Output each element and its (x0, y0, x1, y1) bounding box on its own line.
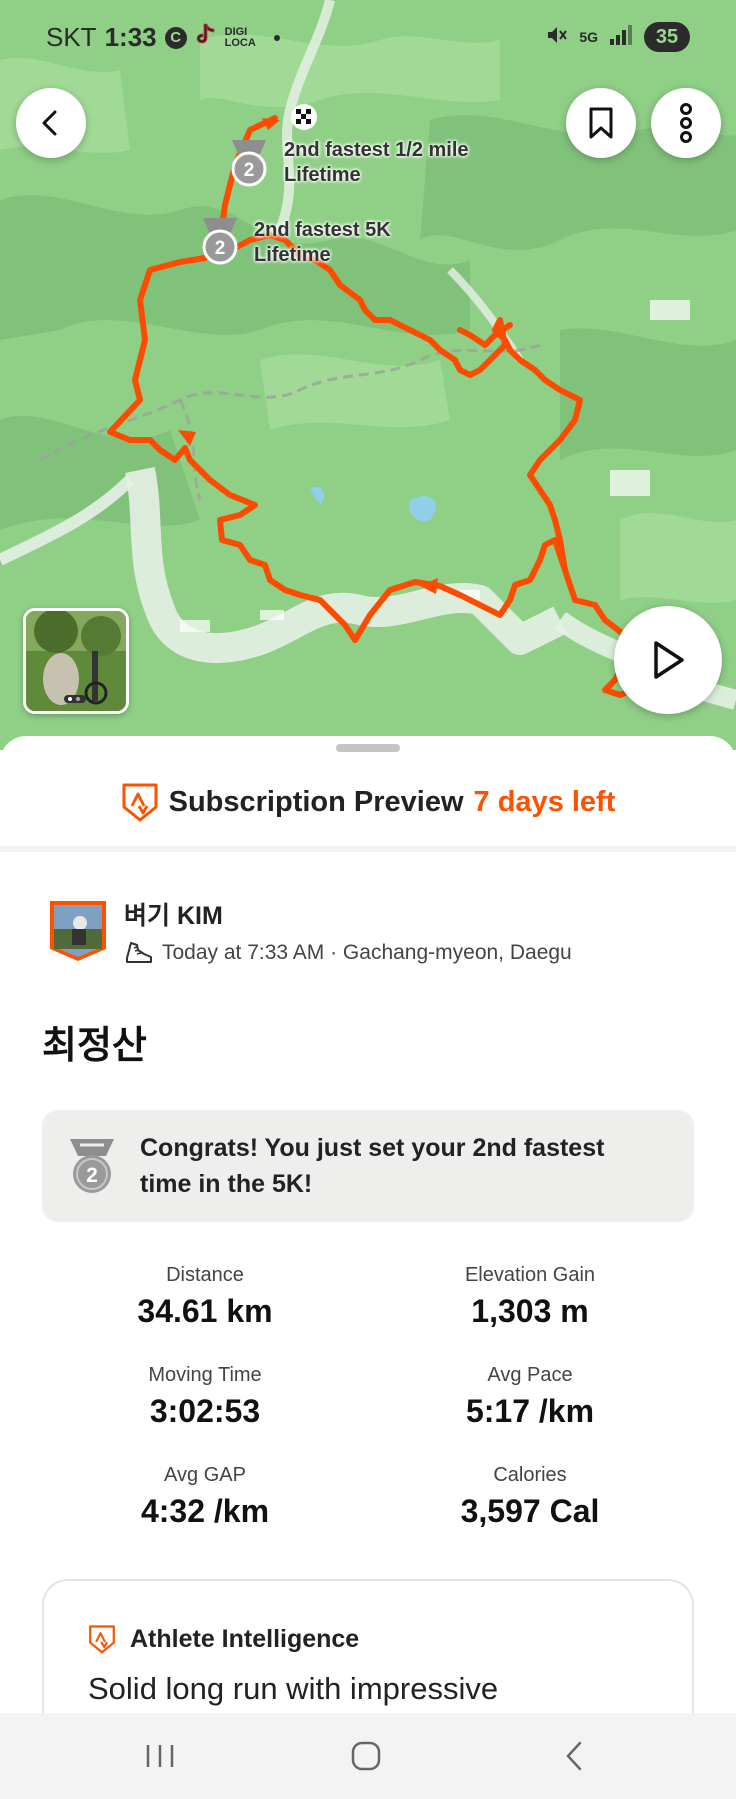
more-vertical-icon (680, 103, 692, 143)
activity-photo-thumbnail[interactable] (23, 608, 129, 714)
stat-elevation-gain: Elevation Gain 1,303 m (464, 1264, 596, 1329)
activity-meta: Today at 7:33 AM · Gachang-myeon, Daegu (162, 941, 572, 964)
athlete-header[interactable]: 벼기 KIM Today at 7:33 AM · Gachang-myeon,… (48, 896, 572, 966)
home-icon (351, 1741, 381, 1771)
activity-map[interactable]: SKT 1:33 C DIGI LOCA 5G 35 2 2nd fastest… (0, 0, 736, 750)
silver-medal-icon: 2 (231, 140, 267, 187)
subscription-preview-banner[interactable]: Subscription Preview 7 days left (0, 776, 736, 828)
sheet-drag-handle[interactable] (336, 744, 400, 752)
stat-calories: Calories 3,597 Cal (460, 1464, 600, 1529)
system-navigation-bar (0, 1713, 736, 1799)
strava-logo-icon (89, 1625, 115, 1654)
subscription-days-left: 7 days left (473, 785, 616, 818)
divider (0, 846, 736, 852)
strava-logo-icon (122, 783, 158, 822)
achievement-text: Congrats! You just set your 2nd fastest … (140, 1134, 605, 1198)
network-type-icon: 5G (579, 28, 598, 45)
stat-avg-gap: Avg GAP 4:32 /km (140, 1464, 270, 1529)
silver-medal-icon: 2 (202, 218, 238, 265)
svg-text:2: 2 (244, 160, 255, 181)
athlete-intelligence-title: Athlete Intelligence (130, 1624, 360, 1653)
signal-icon (608, 24, 634, 51)
pr-label-5k: 2nd fastest 5K Lifetime (254, 219, 391, 266)
stat-moving-time: Moving Time 3:02:53 (148, 1364, 262, 1429)
silver-medal-icon: 2 (70, 1139, 114, 1193)
svg-text:2: 2 (215, 238, 226, 259)
pr-label-half-mile: 2nd fastest 1/2 mile Lifetime (284, 139, 469, 186)
activity-detail-sheet: Subscription Preview 7 days left 벼기 KIM … (0, 736, 736, 1799)
athlete-intelligence-summary: Solid long run with impressive (88, 1671, 499, 1706)
back-arrow-icon (42, 110, 57, 136)
stat-distance: Distance 34.61 km (137, 1264, 273, 1329)
tiktok-icon (195, 22, 217, 53)
home-button[interactable] (336, 1733, 396, 1779)
digi-loca-icon: DIGI LOCA (224, 25, 256, 49)
recent-apps-icon (146, 1745, 174, 1767)
battery-icon: 35 (644, 22, 690, 52)
finish-flag-icon (291, 104, 317, 130)
more-options-button[interactable] (651, 88, 721, 158)
back-button[interactable] (16, 88, 86, 158)
notification-badge-icon: C (164, 26, 187, 49)
mute-icon (545, 23, 569, 52)
stat-avg-pace: Avg Pace 5:17 /km (465, 1364, 595, 1429)
athlete-name[interactable]: 벼기 KIM (124, 896, 572, 932)
avatar[interactable] (48, 899, 108, 963)
bookmark-button[interactable] (566, 88, 636, 158)
photo-image (26, 611, 126, 711)
system-back-button[interactable] (544, 1733, 604, 1779)
bookmark-icon (589, 107, 613, 139)
more-notifications-dot-icon (273, 34, 280, 41)
chevron-left-icon (566, 1741, 582, 1771)
svg-text:2: 2 (86, 1164, 98, 1187)
play-flyover-button[interactable] (614, 606, 722, 714)
play-icon (654, 641, 684, 679)
status-bar: SKT 1:33 C DIGI LOCA 5G 35 (0, 0, 736, 76)
clock: 1:33 (104, 22, 157, 52)
recent-apps-button[interactable] (130, 1733, 190, 1779)
subscription-preview-label: Subscription Preview (168, 785, 464, 818)
achievement-card[interactable]: 2 Congrats! You just set your 2nd fastes… (42, 1110, 694, 1222)
activity-title: 최정산 (42, 1025, 147, 1067)
running-shoe-icon (126, 942, 152, 963)
carrier-label: SKT (46, 22, 97, 52)
